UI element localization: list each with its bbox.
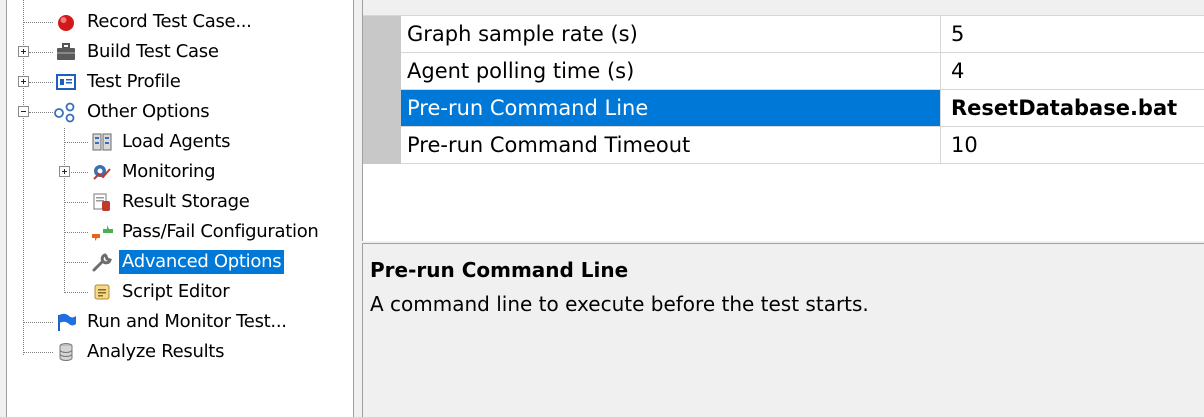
tree-connector-line xyxy=(29,52,53,53)
tree-item-label: Load Agents xyxy=(122,131,231,152)
tree-item-label: Run and Monitor Test... xyxy=(87,311,287,332)
script-scroll-icon xyxy=(91,281,113,303)
property-name: Pre-run Command Line xyxy=(401,90,941,126)
property-value[interactable]: 5 xyxy=(942,16,1204,52)
tree-item-advanced-options[interactable]: Advanced Options xyxy=(7,247,347,277)
tree-item-result-storage[interactable]: Result Storage xyxy=(7,187,347,217)
flag-icon xyxy=(55,311,77,333)
monitoring-gear-icon xyxy=(91,161,113,183)
tree-connector-line xyxy=(69,172,88,173)
property-row-graph-sample-rate[interactable]: Graph sample rate (s) 5 xyxy=(401,16,1204,53)
expand-icon[interactable] xyxy=(18,46,29,57)
database-icon xyxy=(55,341,77,363)
briefcase-icon xyxy=(55,41,77,63)
tree-item-analyze-results[interactable]: Analyze Results xyxy=(7,337,347,367)
tree-item-label: Other Options xyxy=(87,101,210,122)
expand-icon[interactable] xyxy=(59,166,70,177)
tree-connector-line xyxy=(23,352,53,353)
load-agents-icon xyxy=(91,131,113,153)
tree-item-monitoring[interactable]: Monitoring xyxy=(7,157,347,187)
property-name: Graph sample rate (s) xyxy=(401,16,941,52)
tree-item-other-options[interactable]: Other Options xyxy=(7,97,347,127)
tree-item-record-test-case[interactable]: Record Test Case... xyxy=(7,7,347,37)
property-value[interactable]: ResetDatabase.bat xyxy=(942,90,1204,126)
result-storage-icon xyxy=(91,191,113,213)
property-value[interactable]: 10 xyxy=(942,127,1204,163)
tree-connector-line xyxy=(64,292,88,293)
tree-item-label: Build Test Case xyxy=(87,41,219,62)
tree-connector-line xyxy=(64,262,88,263)
property-name: Pre-run Command Timeout xyxy=(401,127,941,163)
collapse-icon[interactable] xyxy=(18,106,29,117)
tree-connector-line xyxy=(64,142,88,143)
options-nodes-icon xyxy=(53,101,75,123)
tree-item-label: Test Profile xyxy=(87,71,181,92)
record-icon xyxy=(55,11,77,33)
tree-item-label: Monitoring xyxy=(122,161,216,182)
tree-connector-line xyxy=(64,202,88,203)
tree-item-label: Advanced Options xyxy=(119,250,285,274)
tree-item-run-and-monitor-test[interactable]: Run and Monitor Test... xyxy=(7,307,347,337)
tree-item-load-agents[interactable]: Load Agents xyxy=(7,127,347,157)
property-row-pre-run-command-timeout[interactable]: Pre-run Command Timeout 10 xyxy=(401,127,1204,164)
property-value[interactable]: 4 xyxy=(942,53,1204,89)
thumbs-pass-fail-icon xyxy=(91,221,113,243)
property-grid-gutter xyxy=(363,16,401,164)
tree-connector-line xyxy=(29,112,53,113)
tree-item-label: Result Storage xyxy=(122,191,250,212)
tree-item-script-editor[interactable]: Script Editor xyxy=(7,277,347,307)
wrench-icon xyxy=(91,251,113,273)
tree-connector-line xyxy=(23,22,53,23)
options-tree: Record Test Case... Build Test Case Test… xyxy=(6,0,354,417)
property-row-agent-polling-time[interactable]: Agent polling time (s) 4 xyxy=(401,53,1204,90)
tree-item-label: Analyze Results xyxy=(87,341,225,362)
panel-splitter[interactable] xyxy=(354,0,362,417)
tree-item-build-test-case[interactable]: Build Test Case xyxy=(7,37,347,67)
property-name: Agent polling time (s) xyxy=(401,53,941,89)
tree-connector-line xyxy=(64,232,88,233)
property-grid-top-edge xyxy=(363,0,1204,16)
description-title: Pre-run Command Line xyxy=(370,258,629,282)
expand-icon[interactable] xyxy=(18,76,29,87)
tree-item-label: Script Editor xyxy=(122,281,230,302)
profile-card-icon xyxy=(55,71,77,93)
tree-connector-line xyxy=(29,82,53,83)
tree-connector-line xyxy=(23,322,53,323)
property-row-pre-run-command-line[interactable]: Pre-run Command Line ResetDatabase.bat xyxy=(401,90,1204,127)
description-text: A command line to execute before the tes… xyxy=(370,292,869,316)
tree-item-pass-fail-configuration[interactable]: Pass/Fail Configuration xyxy=(7,217,347,247)
tree-item-label: Record Test Case... xyxy=(87,11,252,32)
property-grid: Graph sample rate (s) 5 Agent polling ti… xyxy=(362,0,1204,241)
tree-item-test-profile[interactable]: Test Profile xyxy=(7,67,347,97)
property-description-pane: Pre-run Command Line A command line to e… xyxy=(362,243,1204,417)
tree-item-label: Pass/Fail Configuration xyxy=(122,221,319,242)
